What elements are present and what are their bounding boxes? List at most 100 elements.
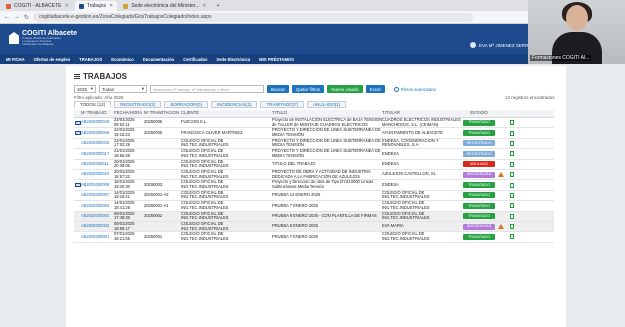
menu-item[interactable]: Certificados <box>183 57 207 62</box>
search-input[interactable]: Introduzca nº trabajo, nº tramitación o … <box>150 85 264 93</box>
col-header[interactable]: TITULAR <box>382 111 462 116</box>
work-number-link[interactable]: AB2025000035 <box>81 141 114 146</box>
menu-item[interactable]: Sede Electrónica <box>216 57 250 62</box>
status-tab[interactable]: REGISTRADO(2) <box>114 101 162 108</box>
document-icon[interactable] <box>510 234 514 240</box>
document-icon[interactable] <box>510 213 514 219</box>
status-badge[interactable]: TRAMITADO <box>463 119 495 126</box>
browser-tab[interactable]: COGITI - ALBACETE ✕ <box>2 1 73 11</box>
work-number-link[interactable]: AB2025000001 <box>81 235 114 240</box>
menu-item[interactable]: MIS PRÉSTAMOS <box>259 57 294 62</box>
col-header[interactable]: Nº TRAMITACIÓN <box>144 111 181 116</box>
work-number-link[interactable]: AB2025000004 <box>81 204 114 209</box>
year-select[interactable]: 2025 ▾ <box>74 85 96 93</box>
document-cell <box>506 203 518 209</box>
card-icon[interactable] <box>74 131 81 136</box>
work-number-link[interactable]: AB2025000017 <box>81 152 114 157</box>
date-cell: 20/01/2025 20:39:06 <box>114 159 135 169</box>
document-icon[interactable] <box>510 192 514 198</box>
document-icon[interactable] <box>510 151 514 157</box>
card-icon[interactable] <box>74 120 81 125</box>
work-number-link[interactable]: AB2025000003 <box>81 224 114 229</box>
back-icon[interactable]: ← <box>4 14 10 20</box>
table-row[interactable]: AB2025000004 14/01/2025 18:41:29 20250001-… <box>74 201 554 212</box>
status-badge[interactable]: TRAMITADO <box>463 233 495 240</box>
status-tab[interactable]: ANULADO(1) <box>307 101 347 108</box>
document-icon[interactable] <box>510 172 514 178</box>
document-icon[interactable] <box>510 120 514 126</box>
status-badge[interactable]: TRAMITADO <box>463 182 495 189</box>
work-number-link[interactable]: AB2025000049 <box>81 120 114 125</box>
status-badge[interactable]: REGISTRADO <box>463 140 495 147</box>
table-row[interactable]: AB2025000049 23/01/2025 09:52:11 20250006 F… <box>74 118 554 129</box>
status-tab[interactable]: BORRADOR(0) <box>164 101 208 108</box>
new-tab-button[interactable]: + <box>213 1 224 11</box>
col-header[interactable]: TÍTULO <box>272 111 382 116</box>
col-header[interactable]: ESTADO <box>462 111 496 116</box>
status-badge[interactable]: INCIDENCIAS <box>463 171 495 178</box>
status-tab[interactable]: TODOS (12) <box>74 101 112 108</box>
col-header[interactable]: CLIENTE <box>181 111 272 116</box>
search-button[interactable]: Buscar <box>267 85 290 93</box>
status-badge[interactable]: REGISTRADO <box>463 150 495 157</box>
close-icon[interactable]: ✕ <box>202 3 206 9</box>
table-row[interactable]: AB2025000008 16/01/2025 18:20:30 20250003 C… <box>74 180 554 191</box>
status-badge[interactable]: TRAMITADO <box>463 130 495 137</box>
address-input[interactable]: cogitialbacete.e-gestion.es/ZonaColegiad… <box>33 12 474 22</box>
warning-icon[interactable] <box>498 224 504 230</box>
forward-icon[interactable]: → <box>14 14 20 20</box>
browser-tab[interactable]: Trabajos ✕ <box>74 1 118 11</box>
document-icon[interactable] <box>510 130 514 136</box>
reload-icon[interactable]: ↻ <box>24 14 29 21</box>
document-icon[interactable] <box>510 203 514 209</box>
work-number-link[interactable]: AB2025000011 <box>81 162 114 167</box>
menu-item[interactable]: Económico <box>111 57 134 62</box>
document-cell <box>506 120 518 126</box>
document-icon[interactable] <box>510 182 514 188</box>
table-row[interactable]: AB2025000046 22/01/2025 19:15:23 20250005 F… <box>74 128 554 139</box>
table-row[interactable]: AB2025000002 09/01/2025 17:48:36 20250002 C… <box>74 211 554 222</box>
menu-item[interactable]: Ofertas de empleo <box>34 57 71 62</box>
table-row[interactable]: AB2025000017 21/01/2025 18:56:48 COLEGIO O… <box>74 149 554 160</box>
close-icon[interactable]: ✕ <box>65 3 69 9</box>
status-badge[interactable]: ANULADO <box>463 161 495 168</box>
status-badge[interactable]: TRAMITADO <box>463 202 495 209</box>
client-cell: COLEGIO OFICIAL DE ING.TEC.INDUSTRIALES <box>181 190 229 200</box>
menu-item[interactable]: Documentación <box>143 57 174 62</box>
card-icon[interactable] <box>74 183 81 188</box>
work-number-link[interactable]: AB2025000010 <box>81 172 114 177</box>
type-value: Todas <box>102 86 115 92</box>
status-tab[interactable]: TRAMITADO(7) <box>260 101 305 108</box>
col-header[interactable]: Nº TRABAJO <box>81 111 114 116</box>
table-row[interactable]: AB2025000035 22/01/2025 17:02:29 COLEGIO O… <box>74 139 554 150</box>
status-badge[interactable]: INCIDENCIAS <box>463 223 495 230</box>
table-row[interactable]: AB2025000003 08/01/2025 18:58:17 COLEGIO O… <box>74 221 554 233</box>
work-number-link[interactable]: AB2025000008 <box>81 183 114 188</box>
document-icon[interactable] <box>510 224 514 230</box>
titular-cell: COLEGIO OFICIAL DE ING.TEC.INDUSTRIALES <box>382 190 430 200</box>
table-row[interactable]: AB2025000010 20/01/2025 18:57:22 COLEGIO O… <box>74 170 554 181</box>
status-badge[interactable]: TRAMITADO <box>463 213 495 220</box>
work-number-link[interactable]: AB2025000002 <box>81 214 114 219</box>
status-tab[interactable]: INCIDENCIAS(2) <box>210 101 258 108</box>
menu-item[interactable]: MI FICHA <box>6 57 25 62</box>
status-badge[interactable]: TRAMITADO <box>463 192 495 199</box>
table-row[interactable]: AB2025000011 20/01/2025 20:39:06 COLEGIO O… <box>74 160 554 170</box>
document-icon[interactable] <box>510 161 514 167</box>
work-number-link[interactable]: AB2025000046 <box>81 131 114 136</box>
excel-button[interactable]: Excel <box>365 85 385 93</box>
document-icon[interactable] <box>510 140 514 146</box>
cogiti-logo[interactable]: COGITI Albacete Colegio Oficial de Gradu… <box>9 30 77 46</box>
browser-tab[interactable]: Sede electrónica del Minister... ✕ <box>119 1 210 11</box>
table-row[interactable]: AB2025000001 07/01/2025 18:21:55 20250001 C… <box>74 232 554 243</box>
col-header[interactable]: FECHA/HORA <box>114 111 144 116</box>
clear-filters-button[interactable]: Quitar filtros <box>292 85 325 93</box>
menu-item[interactable]: TRABAJOS <box>79 57 102 62</box>
type-select[interactable]: Todas ▾ <box>99 85 147 93</box>
work-number-link[interactable]: AB2025000007 <box>81 193 114 198</box>
warning-icon[interactable] <box>498 172 504 178</box>
advanced-filters-link[interactable]: Filtros avanzados <box>393 86 436 92</box>
table-row[interactable]: AB2025000007 14/01/2025 19:15:41 20250001-… <box>74 190 554 202</box>
close-icon[interactable]: ✕ <box>109 3 113 9</box>
new-visado-button[interactable]: Nuevo visado <box>327 85 363 93</box>
